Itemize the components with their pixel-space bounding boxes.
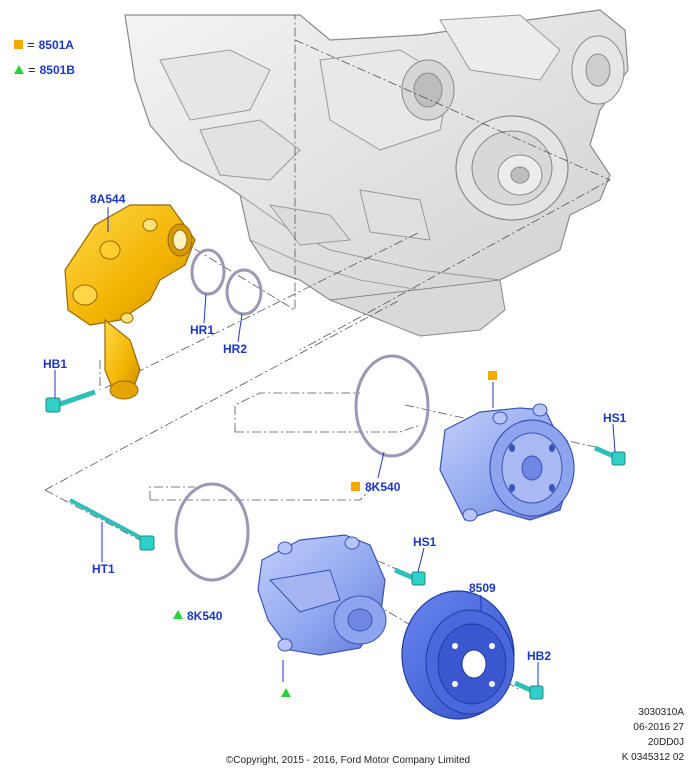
callout-hb1: HB1 (43, 357, 68, 371)
legend-code: 8501A (38, 37, 74, 52)
bolt-hb1 (45, 389, 96, 413)
marker-square-pump-upper (488, 371, 497, 380)
callout-ring-lower: 8K540 (187, 609, 223, 623)
marker-square-seal-upper (351, 482, 360, 491)
pump-seal-lower (174, 482, 250, 582)
square-symbol-icon (14, 40, 23, 49)
copyright-notice: ©Copyright, 2015 - 2016, Ford Motor Comp… (225, 755, 471, 766)
callout-hb2: HB2 (527, 649, 552, 663)
bolt-hs1-lower (394, 567, 426, 586)
pump-pulley (401, 590, 515, 720)
water-pump-lower (257, 534, 387, 656)
thermostat-housing (64, 204, 196, 400)
triangle-symbol-icon (14, 65, 24, 74)
legend-code: 8501B (39, 62, 75, 77)
o-ring-hr1 (190, 248, 226, 296)
callout-pulley: 8509 (469, 581, 496, 595)
engine-block (124, 9, 629, 337)
callout-hr2: HR2 (223, 342, 248, 356)
callout-ring-upper: 8K540 (365, 480, 401, 494)
callout-housing: 8A544 (90, 192, 126, 206)
callout-hs1-lower: HS1 (413, 535, 437, 549)
bolt-hs1-upper (594, 445, 626, 466)
pump-seal-upper (354, 354, 430, 458)
marker-triangle-pump-lower (281, 688, 291, 697)
callout-hs1-upper: HS1 (603, 411, 627, 425)
callout-ht1: HT1 (92, 562, 115, 576)
callout-hr1: HR1 (190, 323, 215, 337)
reference-line: 20DD0J (647, 737, 684, 748)
legend-item-triangle: = 8501B (14, 62, 75, 77)
water-pump-upper (439, 403, 575, 522)
o-ring-hr2 (225, 268, 263, 316)
marker-triangle-seal-lower (173, 610, 183, 619)
legend-item-square: = 8501A (14, 37, 74, 52)
legend-equals: = (27, 37, 35, 52)
bolt-hb2 (513, 680, 544, 700)
legend-equals: = (28, 62, 36, 77)
reference-line: 3030310A (638, 707, 684, 718)
reference-line: 06-2016 27 (633, 722, 684, 733)
exploded-parts-diagram (44, 9, 629, 720)
